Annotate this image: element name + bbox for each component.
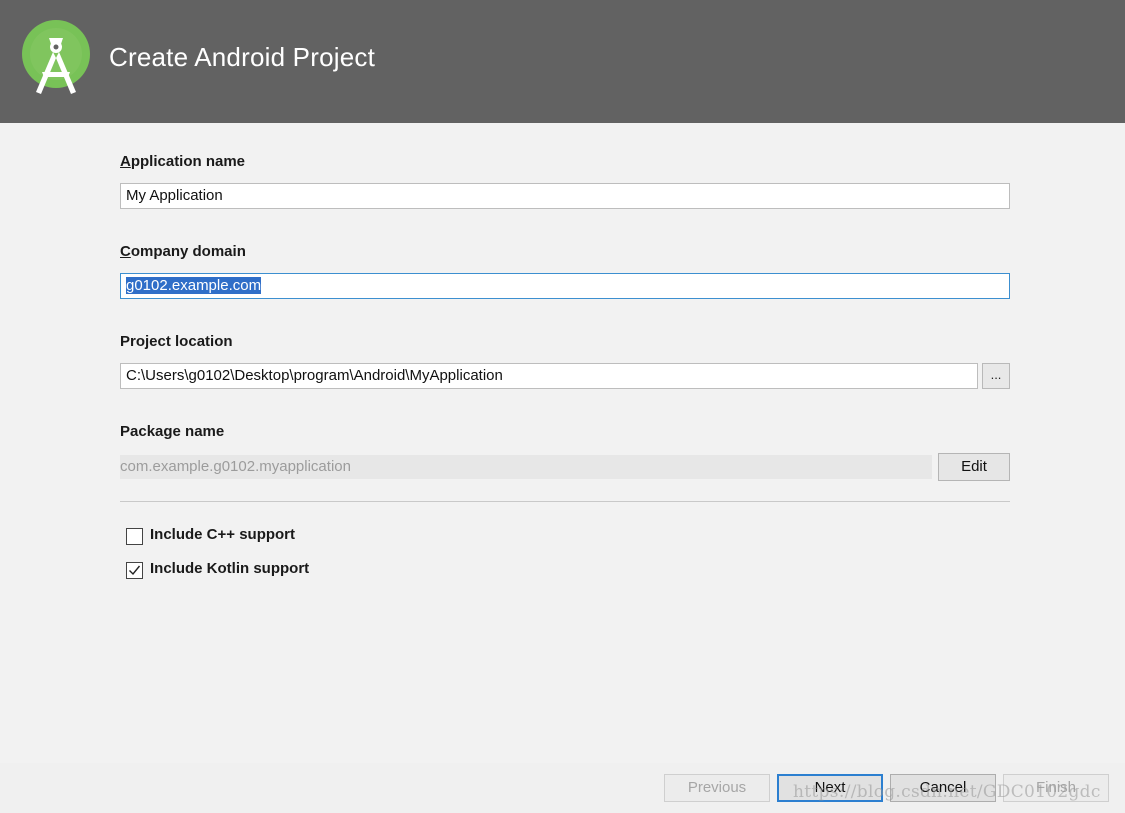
application-name-input[interactable]: My Application — [120, 183, 1010, 209]
android-studio-logo-icon — [22, 20, 90, 94]
company-domain-label: Company domain — [120, 243, 246, 260]
dialog-title: Create Android Project — [109, 42, 375, 72]
cpp-support-checkbox[interactable] — [126, 528, 143, 545]
kotlin-support-checkbox[interactable] — [126, 562, 143, 579]
project-location-label: Project location — [120, 333, 233, 350]
package-name-value: com.example.g0102.myapplication — [120, 455, 932, 479]
edit-package-button[interactable]: Edit — [938, 453, 1010, 481]
cpp-support-label: Include C++ support — [150, 526, 296, 543]
company-domain-input[interactable]: g0102.example.com — [120, 273, 1010, 299]
project-location-input[interactable]: C:\Users\g0102\Desktop\program\Android\M… — [120, 363, 978, 389]
kotlin-support-label: Include Kotlin support — [150, 560, 310, 577]
browse-location-button[interactable]: ... — [982, 363, 1010, 389]
dialog-header: Create Android Project — [0, 0, 1125, 123]
checkmark-icon — [129, 565, 141, 576]
watermark-text: https://blog.csdn.net/GDC0102gdc — [793, 782, 1101, 802]
selected-text: g0102.example.com — [126, 277, 262, 294]
divider — [120, 501, 1010, 502]
package-name-label: Package name — [120, 423, 225, 440]
previous-button[interactable]: Previous — [664, 774, 770, 802]
application-name-label: Application name — [120, 153, 246, 170]
form-panel: Application name My Application Company … — [0, 123, 1125, 763]
